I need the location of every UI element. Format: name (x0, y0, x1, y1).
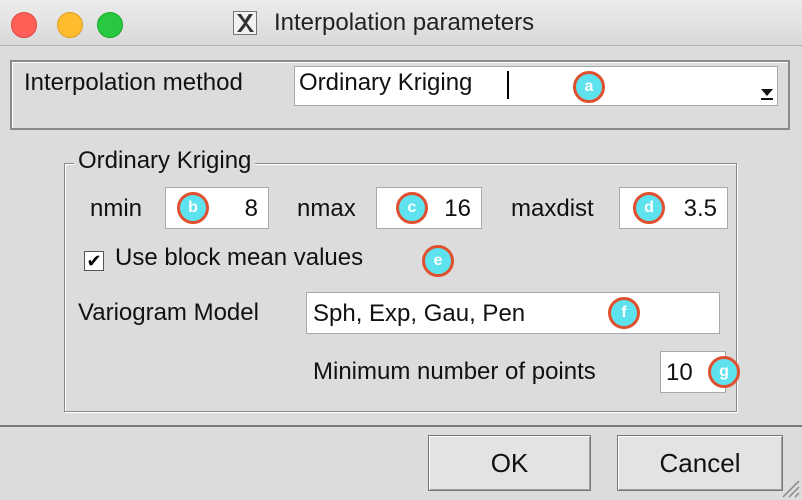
annotation-badge-e: e (422, 245, 454, 277)
annotation-badge-g: g (708, 356, 740, 388)
annotation-badge-c: c (396, 192, 428, 224)
resize-grip-icon[interactable] (778, 476, 800, 498)
maxdist-label: maxdist (511, 195, 594, 222)
min-points-label: Minimum number of points (313, 358, 596, 385)
group-title: Ordinary Kriging (74, 147, 256, 175)
nmin-label: nmin (90, 195, 143, 222)
nmin-value: 8 (244, 195, 258, 222)
maximize-window-button[interactable] (97, 12, 123, 38)
block-mean-label: Use block mean values (115, 244, 364, 271)
close-window-button[interactable] (11, 12, 37, 38)
minimize-window-button[interactable] (57, 12, 83, 38)
variogram-value: Sph, Exp, Gau, Pen (313, 300, 526, 327)
cancel-button[interactable]: Cancel (617, 435, 783, 491)
method-label: Interpolation method (24, 69, 243, 96)
block-mean-checkbox[interactable]: ✔ (84, 251, 104, 271)
maxdist-value: 3.5 (683, 195, 717, 222)
nmax-value: 16 (444, 195, 471, 222)
variogram-input[interactable]: Sph, Exp, Gau, Pen (306, 292, 720, 334)
annotation-badge-d: d (633, 192, 665, 224)
variogram-label: Variogram Model (78, 299, 259, 326)
text-cursor (507, 71, 509, 99)
ok-button[interactable]: OK (428, 435, 591, 491)
dropdown-arrow-icon[interactable] (756, 80, 778, 102)
nmax-input[interactable]: 16 (376, 187, 482, 229)
nmax-label: nmax (297, 195, 356, 222)
method-value: Ordinary Kriging (299, 69, 473, 96)
min-points-value: 10 (666, 359, 693, 386)
annotation-badge-a: a (573, 71, 605, 103)
annotation-badge-f: f (608, 297, 640, 329)
window-title: Interpolation parameters (274, 9, 535, 36)
x11-icon (233, 11, 257, 35)
annotation-badge-b: b (177, 192, 209, 224)
